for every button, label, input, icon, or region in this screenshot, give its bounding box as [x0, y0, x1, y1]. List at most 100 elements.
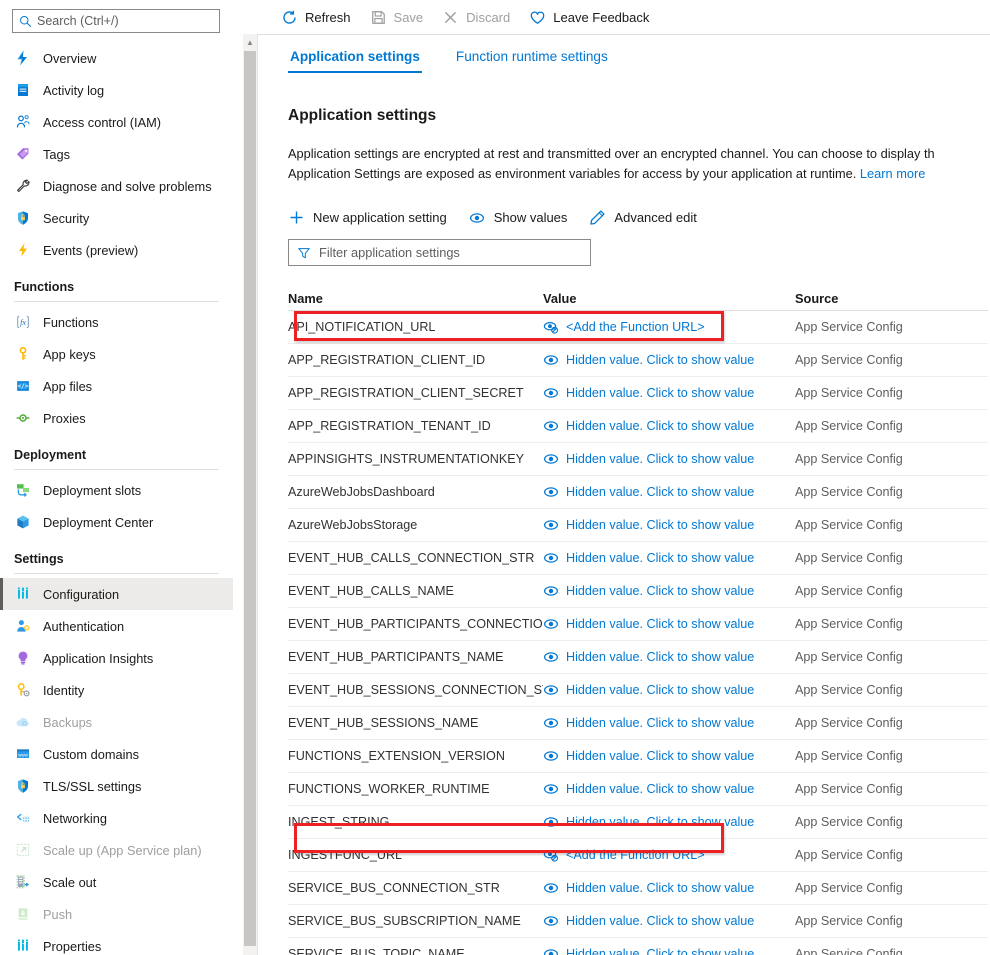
sidebar-item-identity[interactable]: Identity	[0, 674, 233, 706]
plus-icon	[288, 209, 305, 226]
tab-function-runtime-settings[interactable]: Function runtime settings	[454, 49, 610, 73]
sidebar-item-activity-log[interactable]: Activity log	[0, 74, 233, 106]
sidebar-item-application-insights[interactable]: Application Insights	[0, 642, 233, 674]
setting-value-link[interactable]: Hidden value. Click to show value	[543, 781, 795, 797]
table-row[interactable]: API_NOTIFICATION_URL <Add the Function UR…	[288, 311, 988, 344]
table-row[interactable]: EVENT_HUB_PARTICIPANTS_NAME Hidden value.…	[288, 641, 988, 674]
setting-value-link[interactable]: <Add the Function URL>	[543, 847, 795, 863]
table-row[interactable]: APP_REGISTRATION_CLIENT_SECRET Hidden val…	[288, 377, 988, 410]
setting-value-link[interactable]: Hidden value. Click to show value	[543, 385, 795, 401]
learn-more-link[interactable]: Learn more	[860, 166, 925, 181]
setting-value-link[interactable]: Hidden value. Click to show value	[543, 649, 795, 665]
setting-value-link[interactable]: Hidden value. Click to show value	[543, 913, 795, 929]
setting-value-text: Hidden value. Click to show value	[566, 518, 755, 532]
setting-value-link[interactable]: <Add the Function URL>	[543, 319, 795, 335]
sidebar-item-diagnose-and-solve-problems[interactable]: Diagnose and solve problems	[0, 170, 233, 202]
advanced-edit-button[interactable]: Advanced edit	[589, 209, 697, 226]
table-row[interactable]: EVENT_HUB_SESSIONS_CONNECTION_STR Hidden …	[288, 674, 988, 707]
setting-value-link[interactable]: Hidden value. Click to show value	[543, 517, 795, 533]
sidebar-item-label: Activity log	[43, 82, 105, 98]
scroll-up-arrow-icon[interactable]: ▲	[243, 34, 257, 50]
setting-source: App Service Config	[795, 947, 903, 955]
leave-feedback-button[interactable]: Leave Feedback	[523, 4, 655, 30]
sidebar-item-deployment-center[interactable]: Deployment Center	[0, 506, 233, 538]
sidebar-item-scale-up-app-service-plan: Scale up (App Service plan)	[0, 834, 233, 866]
eye-icon	[543, 517, 559, 533]
sidebar-item-networking[interactable]: Networking	[0, 802, 233, 834]
show-values-button[interactable]: Show values	[469, 209, 567, 226]
setting-value-link[interactable]: Hidden value. Click to show value	[543, 352, 795, 368]
sidebar-item-label: Application Insights	[43, 650, 154, 666]
table-row[interactable]: EVENT_HUB_PARTICIPANTS_CONNECTION_STR Hid…	[288, 608, 988, 641]
sidebar-item-custom-domains[interactable]: www Custom domains	[0, 738, 233, 770]
lightning-icon	[14, 241, 32, 259]
sidebar-item-proxies[interactable]: Proxies	[0, 402, 233, 434]
table-row[interactable]: AzureWebJobsStorage Hidden value. Click t…	[288, 509, 988, 542]
setting-value-link[interactable]: Hidden value. Click to show value	[543, 748, 795, 764]
setting-value-link[interactable]: Hidden value. Click to show value	[543, 451, 795, 467]
search-input[interactable]	[37, 14, 197, 28]
table-row[interactable]: APP_REGISTRATION_CLIENT_ID Hidden value. …	[288, 344, 988, 377]
sidebar-search-box[interactable]	[12, 9, 220, 33]
filter-settings-box[interactable]	[288, 239, 591, 266]
column-header-value[interactable]: Value	[543, 291, 795, 306]
table-row[interactable]: AzureWebJobsDashboard Hidden value. Click…	[288, 476, 988, 509]
setting-source: App Service Config	[795, 848, 903, 862]
sidebar-item-scale-out[interactable]: Scale out	[0, 866, 233, 898]
activity-log-icon	[14, 81, 32, 99]
tab-application-settings[interactable]: Application settings	[288, 49, 422, 73]
setting-value-link[interactable]: Hidden value. Click to show value	[543, 946, 795, 955]
sidebar-item-tls-ssl-settings[interactable]: TLS/SSL settings	[0, 770, 233, 802]
deployment-slots-icon	[14, 481, 32, 499]
table-row[interactable]: EVENT_HUB_SESSIONS_NAME Hidden value. Cli…	[288, 707, 988, 740]
scrollbar-thumb[interactable]	[244, 51, 256, 946]
sidebar-item-label: Properties	[43, 938, 102, 954]
table-row[interactable]: FUNCTIONS_EXTENSION_VERSION Hidden value.…	[288, 740, 988, 773]
sidebar-item-events-preview[interactable]: Events (preview)	[0, 234, 233, 266]
configuration-icon	[14, 585, 32, 603]
table-row[interactable]: INGESTFUNC_URL <Add the Function URL> App …	[288, 839, 988, 872]
table-row[interactable]: APP_REGISTRATION_TENANT_ID Hidden value. …	[288, 410, 988, 443]
setting-value-link[interactable]: Hidden value. Click to show value	[543, 880, 795, 896]
table-row[interactable]: FUNCTIONS_WORKER_RUNTIME Hidden value. Cl…	[288, 773, 988, 806]
table-row[interactable]: APPINSIGHTS_INSTRUMENTATIONKEY Hidden val…	[288, 443, 988, 476]
sidebar-item-label: Deployment Center	[43, 514, 154, 530]
setting-value-link[interactable]: Hidden value. Click to show value	[543, 583, 795, 599]
sidebar-item-app-files[interactable]: </> App files	[0, 370, 233, 402]
setting-value-link[interactable]: Hidden value. Click to show value	[543, 715, 795, 731]
eye-icon	[543, 451, 559, 467]
column-header-source[interactable]: Source	[795, 291, 985, 306]
setting-value-link[interactable]: Hidden value. Click to show value	[543, 616, 795, 632]
column-header-name[interactable]: Name	[288, 291, 543, 306]
setting-value-link[interactable]: Hidden value. Click to show value	[543, 814, 795, 830]
table-row[interactable]: INGEST_STRING Hidden value. Click to show…	[288, 806, 988, 839]
filter-input[interactable]	[319, 245, 559, 260]
setting-source: App Service Config	[795, 353, 903, 367]
sidebar-item-overview[interactable]: Overview	[0, 42, 233, 74]
setting-value-text: Hidden value. Click to show value	[566, 386, 755, 400]
setting-value-link[interactable]: Hidden value. Click to show value	[543, 484, 795, 500]
content-vertical-scrollbar[interactable]: ▲	[243, 34, 258, 955]
sidebar-section-header: Deployment	[14, 448, 87, 462]
sidebar-item-functions[interactable]: fx Functions	[0, 306, 233, 338]
setting-value-link[interactable]: Hidden value. Click to show value	[543, 682, 795, 698]
new-application-setting-button[interactable]: New application setting	[288, 209, 447, 226]
sidebar-item-tags[interactable]: Tags	[0, 138, 233, 170]
table-row[interactable]: SERVICE_BUS_TOPIC_NAME Hidden value. Clic…	[288, 938, 988, 955]
sidebar-item-properties[interactable]: Properties	[0, 930, 233, 955]
setting-value-link[interactable]: Hidden value. Click to show value	[543, 550, 795, 566]
setting-value-link[interactable]: Hidden value. Click to show value	[543, 418, 795, 434]
table-row[interactable]: SERVICE_BUS_SUBSCRIPTION_NAME Hidden valu…	[288, 905, 988, 938]
table-row[interactable]: EVENT_HUB_CALLS_CONNECTION_STR Hidden val…	[288, 542, 988, 575]
sidebar-item-authentication[interactable]: Authentication	[0, 610, 233, 642]
setting-value-text: Hidden value. Click to show value	[566, 353, 755, 367]
sidebar-item-label: Security	[43, 210, 90, 226]
sidebar-item-configuration[interactable]: Configuration	[0, 578, 233, 610]
sidebar-item-app-keys[interactable]: App keys	[0, 338, 233, 370]
refresh-button[interactable]: Refresh	[275, 4, 357, 30]
sidebar-item-deployment-slots[interactable]: Deployment slots	[0, 474, 233, 506]
table-row[interactable]: SERVICE_BUS_CONNECTION_STR Hidden value. …	[288, 872, 988, 905]
sidebar-item-security[interactable]: Security	[0, 202, 233, 234]
sidebar-item-access-control-iam[interactable]: Access control (IAM)	[0, 106, 233, 138]
table-row[interactable]: EVENT_HUB_CALLS_NAME Hidden value. Click …	[288, 575, 988, 608]
